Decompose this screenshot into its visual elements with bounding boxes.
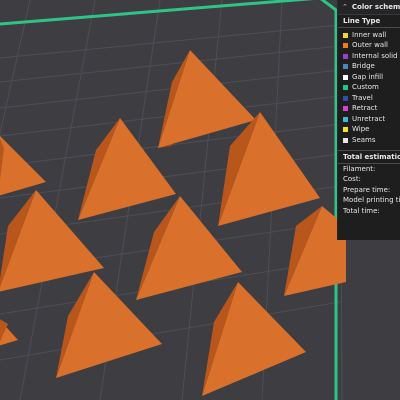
legend-label: Outer wall — [352, 41, 389, 50]
legend-label: Internal solid infill — [352, 51, 400, 60]
estimation-row: Model printing time: — [343, 196, 400, 204]
color-swatch — [343, 95, 348, 101]
legend-label: Bridge — [352, 62, 375, 71]
color-swatch — [343, 137, 348, 143]
legend-label: Wipe — [352, 125, 370, 134]
legend-item[interactable]: Inner wall — [338, 30, 400, 41]
color-scheme-legend: ⌃ Color scheme Line Type Inner wall Outer… — [337, 0, 400, 240]
legend-item[interactable]: Seams — [338, 135, 400, 146]
legend-item[interactable]: Outer wall — [338, 41, 400, 52]
estimation-list: Filament: Cost: Prepare time: Model printin… — [338, 164, 400, 217]
color-swatch — [343, 53, 348, 59]
legend-label: Inner wall — [352, 30, 387, 39]
estimation-row: Filament: — [343, 164, 376, 173]
estimation-row: Total time: — [343, 206, 380, 215]
collapse-chevron-icon[interactable]: ⌃ — [342, 2, 348, 13]
legend-item[interactable]: Custom — [338, 83, 400, 94]
color-swatch — [343, 64, 348, 70]
legend-item[interactable]: Travel — [338, 93, 400, 104]
legend-label: Gap infill — [352, 72, 384, 81]
legend-label: Seams — [352, 135, 376, 144]
color-swatch — [343, 116, 348, 122]
legend-item[interactable]: Gap infill — [338, 72, 400, 83]
estimation-row: Prepare time: — [343, 185, 391, 194]
color-swatch — [343, 74, 348, 80]
line-type-list: Inner wall Outer wallInternal solid infil… — [338, 28, 400, 146]
estimation-row: Cost: — [343, 175, 361, 183]
color-scheme-title: Color scheme — [351, 2, 400, 11]
legend-label: Custom — [352, 83, 379, 92]
color-swatch — [343, 127, 348, 133]
legend-label: Travel — [352, 93, 373, 102]
line-type-title: Line Type — [338, 15, 400, 28]
legend-item[interactable]: Internal solid infill — [338, 51, 400, 62]
legend-item[interactable]: Wipe — [338, 125, 400, 136]
legend-label: Retract — [352, 104, 378, 113]
total-estimation-title: Total estimation — [338, 149, 400, 164]
color-swatch — [343, 106, 348, 112]
color-swatch — [343, 32, 348, 38]
color-swatch — [343, 43, 348, 49]
color-swatch — [343, 85, 348, 91]
legend-item[interactable]: Bridge — [338, 62, 400, 73]
legend-item[interactable]: Unretract — [338, 114, 400, 125]
legend-label: Unretract — [352, 114, 386, 123]
legend-item[interactable]: Retract — [338, 104, 400, 115]
color-scheme-header[interactable]: ⌃ Color scheme — [338, 0, 400, 15]
